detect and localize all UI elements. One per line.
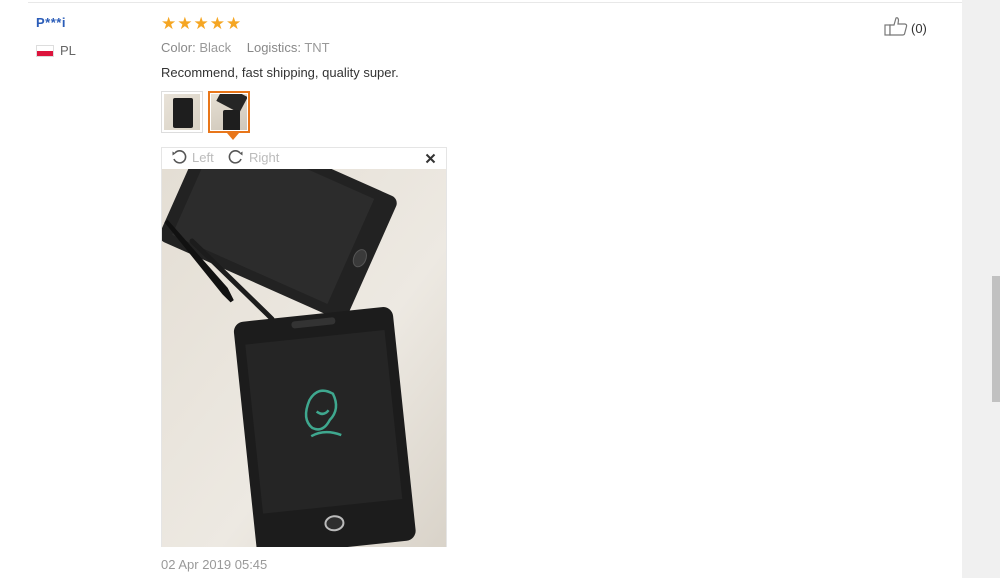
- reviewer-name[interactable]: P***i: [36, 15, 66, 30]
- color-value: Black: [199, 40, 232, 55]
- selected-pointer-icon: [227, 133, 239, 140]
- thumbnail-image: [164, 94, 200, 130]
- rotate-right-icon: [228, 149, 244, 165]
- close-icon: [425, 151, 436, 168]
- rotate-left-button[interactable]: Left: [171, 149, 214, 165]
- rotate-left-label: Left: [192, 149, 214, 165]
- viewer-toolbar: Left Right: [162, 148, 446, 169]
- photo-thumbnail[interactable]: [161, 91, 203, 133]
- photo-viewer: Left Right: [161, 147, 447, 547]
- scrollbar-thumb[interactable]: [992, 276, 1000, 402]
- helpful-count: (0): [911, 21, 927, 36]
- star-icon: ★: [177, 14, 193, 33]
- review-photo-thumbnails: [161, 91, 250, 140]
- close-viewer-button[interactable]: [425, 151, 436, 169]
- thumbnail-image: [211, 94, 247, 130]
- logistics-value: TNT: [304, 40, 330, 55]
- helpful-button[interactable]: (0): [884, 16, 927, 41]
- reviewer-country: PL: [36, 43, 76, 58]
- rotate-left-icon: [171, 149, 187, 165]
- photo-thumbnail-selected[interactable]: [208, 91, 250, 140]
- star-icon: ★: [226, 14, 242, 33]
- review-date: 02 Apr 2019 05:45: [161, 557, 268, 572]
- review-text: Recommend, fast shipping, quality super.: [161, 65, 399, 80]
- poland-flag-icon: [36, 44, 54, 57]
- thumbs-up-icon: [884, 16, 908, 41]
- review-panel: P***i PL ★ ★ ★ ★ ★ Color: Black Logistic…: [0, 0, 962, 578]
- divider: [28, 2, 962, 3]
- country-code: PL: [60, 43, 76, 58]
- review-photo: [162, 169, 446, 547]
- star-icon: ★: [209, 14, 225, 33]
- product-attributes: Color: Black Logistics: TNT: [161, 40, 342, 55]
- star-rating: ★ ★ ★ ★ ★: [161, 15, 241, 33]
- rotate-right-label: Right: [249, 149, 280, 165]
- star-icon: ★: [161, 14, 177, 33]
- star-icon: ★: [193, 14, 209, 33]
- logistics-label: Logistics:: [246, 40, 301, 55]
- rotate-right-button[interactable]: Right: [228, 149, 279, 165]
- color-label: Color:: [161, 40, 196, 55]
